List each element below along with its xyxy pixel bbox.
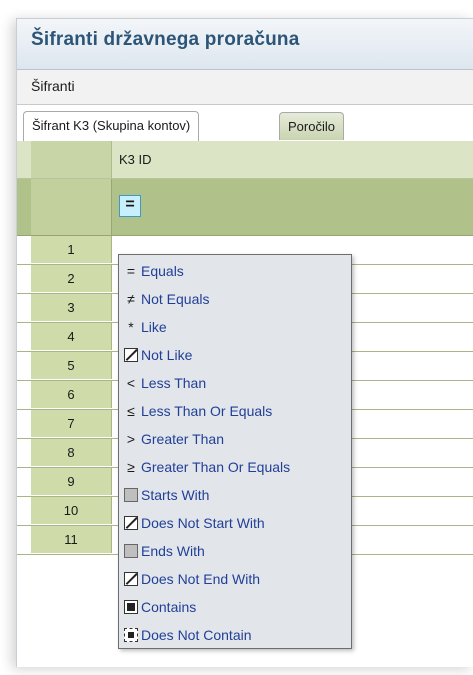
filter-option-does-not-contain[interactable]: Does Not Contain <box>119 621 351 649</box>
filter-operator-button[interactable]: = <box>119 195 141 217</box>
less-than-or-equals-icon: ≤ <box>127 403 135 419</box>
row-number: 5 <box>31 352 112 379</box>
equals-icon: = <box>126 263 136 279</box>
filter-option-greater-than-or-equals[interactable]: ≥ Greater Than Or Equals <box>119 453 351 481</box>
row-number: 11 <box>31 526 112 553</box>
filter-option-label: Starts With <box>141 487 210 503</box>
filter-option-label: Less Than <box>141 375 207 391</box>
filter-option-starts-with[interactable]: Starts With <box>119 481 351 509</box>
filter-option-label: Ends With <box>141 543 205 559</box>
does-not-end-with-icon <box>124 572 138 586</box>
less-than-icon: < <box>126 375 136 391</box>
filter-option-label: Greater Than <box>141 431 225 447</box>
filter-option-label: Greater Than Or Equals <box>141 459 291 475</box>
row-number: 2 <box>31 265 112 292</box>
column-header-k3-id[interactable]: K3 ID <box>119 152 152 167</box>
filter-operator-menu: = Equals ≠ Not Equals * Like Not Like < Less Tha… <box>118 254 352 649</box>
starts-with-icon <box>124 488 138 502</box>
contains-icon <box>124 600 138 614</box>
filter-option-label: Not Like <box>141 347 193 363</box>
tab-sifrant-k3[interactable]: Šifrant K3 (Skupina kontov) <box>23 111 200 141</box>
filter-option-label: Does Not Start With <box>141 515 265 531</box>
filter-option-not-equals[interactable]: ≠ Not Equals <box>119 285 351 313</box>
filter-option-ends-with[interactable]: Ends With <box>119 537 351 565</box>
row-header-corner <box>31 141 112 178</box>
row-number: 6 <box>31 381 112 408</box>
filter-option-label: Not Equals <box>141 291 210 307</box>
filter-option-label: Contains <box>141 599 197 615</box>
filter-option-greater-than[interactable]: > Greater Than <box>119 425 351 453</box>
does-not-contain-icon <box>124 628 138 642</box>
not-equals-icon: ≠ <box>127 291 135 307</box>
filter-option-like[interactable]: * Like <box>119 313 351 341</box>
filter-option-does-not-end-with[interactable]: Does Not End With <box>119 565 351 593</box>
row-number: 8 <box>31 439 112 466</box>
filter-row-corner <box>31 179 112 235</box>
tab-strip: Šifrant K3 (Skupina kontov) Poročilo <box>17 105 473 142</box>
filter-option-label: Less Than Or Equals <box>141 403 273 419</box>
window-title: Šifranti državnega proračuna <box>31 29 300 50</box>
filter-row: = <box>17 179 473 236</box>
row-number: 9 <box>31 468 112 495</box>
filter-option-contains[interactable]: Contains <box>119 593 351 621</box>
like-icon: * <box>128 319 134 335</box>
menu-item-sifranti[interactable]: Šifranti <box>31 78 75 94</box>
filter-option-label: Equals <box>141 263 184 279</box>
menu-bar: Šifranti <box>17 70 473 105</box>
greater-than-or-equals-icon: ≥ <box>127 459 135 475</box>
filter-option-label: Does Not End With <box>141 571 261 587</box>
filter-option-not-like[interactable]: Not Like <box>119 341 351 369</box>
row-number: 3 <box>31 294 112 321</box>
filter-option-does-not-start-with[interactable]: Does Not Start With <box>119 509 351 537</box>
filter-option-label: Like <box>141 319 167 335</box>
filter-option-label: Does Not Contain <box>141 627 252 643</box>
tab-porocilo[interactable]: Poročilo <box>279 112 344 140</box>
filter-option-equals[interactable]: = Equals <box>119 257 351 285</box>
filter-option-less-than-or-equals[interactable]: ≤ Less Than Or Equals <box>119 397 351 425</box>
filter-option-less-than[interactable]: < Less Than <box>119 369 351 397</box>
row-number: 1 <box>31 236 112 263</box>
row-number: 4 <box>31 323 112 350</box>
title-bar: Šifranti državnega proračuna <box>17 19 473 70</box>
row-number: 7 <box>31 410 112 437</box>
ends-with-icon <box>124 544 138 558</box>
grid-header-row: K3 ID <box>17 141 473 179</box>
not-like-icon <box>124 348 138 362</box>
row-number: 10 <box>31 497 112 524</box>
does-not-start-with-icon <box>124 516 138 530</box>
greater-than-icon: > <box>126 431 136 447</box>
